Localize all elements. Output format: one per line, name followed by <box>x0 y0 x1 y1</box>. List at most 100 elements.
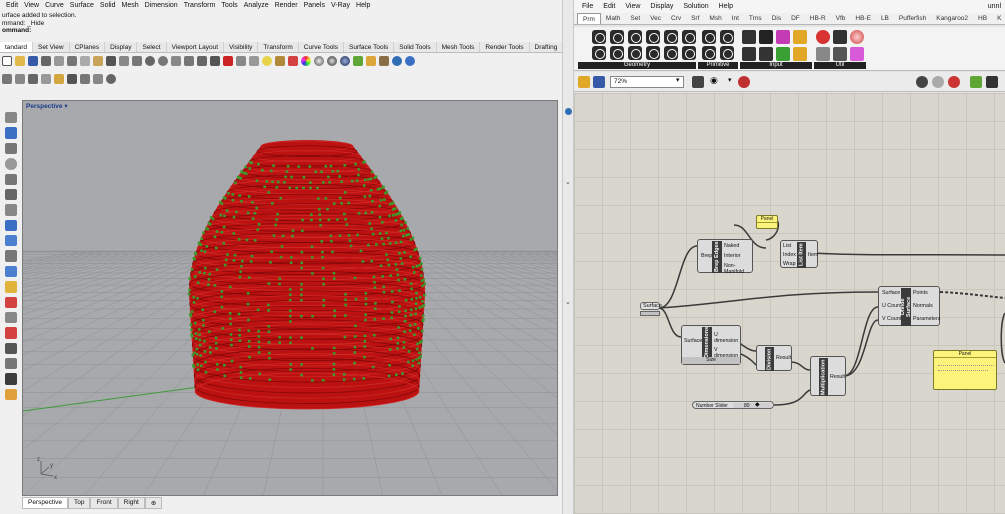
surface-param-icon[interactable] <box>646 30 660 44</box>
viewport-tab-top[interactable]: Top <box>67 497 91 509</box>
chevron-down-icon[interactable]: ▾ <box>64 103 67 110</box>
menu-mesh[interactable]: Mesh <box>122 2 139 9</box>
save-icon[interactable] <box>28 56 38 66</box>
toolbar-tab-curve-tools[interactable]: Curve Tools <box>299 42 344 52</box>
brep-edges-component[interactable]: Brep Brep Edges Naked Interior Non-Manif… <box>697 239 753 275</box>
normals-output[interactable]: Normals <box>913 303 933 309</box>
array-tool-icon[interactable] <box>5 311 17 324</box>
gh-tab-dis[interactable]: Dis <box>767 13 786 24</box>
gh-tab-kangaroo2[interactable]: Kangaroo2 <box>931 13 973 24</box>
explode-tool-icon[interactable] <box>5 281 17 293</box>
gh-tab-trns[interactable]: Trns <box>744 13 767 24</box>
integer-param-icon[interactable] <box>720 30 734 44</box>
data-dam-icon[interactable] <box>816 47 830 61</box>
gh-tab-pufferfish[interactable]: Pufferfish <box>894 13 931 24</box>
pan-icon[interactable] <box>119 56 129 66</box>
colour-swatch-icon[interactable] <box>776 47 790 61</box>
menu-edit[interactable]: Edit <box>6 2 18 9</box>
menu-panels[interactable]: Panels <box>304 2 325 9</box>
panel-output[interactable]: Panel <box>933 350 997 390</box>
render-sphere-icon[interactable] <box>327 56 337 66</box>
cut-icon[interactable] <box>67 56 77 66</box>
gh-menu-help[interactable]: Help <box>719 3 733 10</box>
interior-output[interactable]: Interior <box>724 253 741 259</box>
naked-output[interactable]: Naked <box>724 243 739 249</box>
wrap-input[interactable]: Wrap <box>783 261 796 267</box>
gh-menu-display[interactable]: Display <box>650 3 673 10</box>
help-icon[interactable] <box>405 56 415 66</box>
color-wheel-icon[interactable] <box>301 56 311 66</box>
number-slider[interactable]: Number Slider 80 ◆ <box>692 401 774 409</box>
division-component[interactable]: Division Result <box>756 345 792 371</box>
rectangle-tool-icon[interactable] <box>5 173 17 185</box>
toolbar-tab-select[interactable]: Select <box>137 42 167 52</box>
zoom-icon[interactable] <box>145 56 155 66</box>
u-dimension-output[interactable]: U dimension <box>714 332 740 344</box>
plane-param-icon[interactable] <box>610 46 624 60</box>
gh-tab-k[interactable]: K <box>992 13 1005 24</box>
line-param-icon[interactable] <box>592 46 606 60</box>
dimensions-surface-input[interactable]: Surface <box>684 338 702 344</box>
check-tool-icon[interactable] <box>5 373 17 385</box>
no-preview-icon[interactable] <box>932 76 944 88</box>
menu-dimension[interactable]: Dimension <box>145 2 178 9</box>
menu-view[interactable]: View <box>24 2 39 9</box>
add-viewport-icon[interactable]: ⊕ <box>144 497 163 509</box>
gh-tab-vfb[interactable]: Vfb <box>831 13 851 24</box>
trim-tool-icon[interactable] <box>5 327 17 339</box>
script-icon[interactable] <box>379 56 389 66</box>
divide-surface-component[interactable]: Surface U Count V Count Divide Surface P… <box>878 286 940 326</box>
brep-input[interactable]: Brep <box>701 253 712 259</box>
move-tool-icon[interactable] <box>5 296 17 308</box>
gh-tab-set[interactable]: Set <box>625 13 645 24</box>
options-icon[interactable] <box>366 56 376 66</box>
undo-icon[interactable] <box>106 56 116 66</box>
control-knob-icon[interactable] <box>793 47 807 61</box>
dimension-icon[interactable] <box>15 74 25 84</box>
open-file-icon[interactable] <box>578 76 590 88</box>
undo-view-icon[interactable] <box>197 56 207 66</box>
gh-menu-view[interactable]: View <box>625 3 640 10</box>
layer-icon[interactable] <box>288 56 298 66</box>
circle-tool-icon[interactable] <box>5 158 17 170</box>
chevron-down-icon[interactable]: ⌄ <box>565 298 571 306</box>
zoom-extents-icon[interactable] <box>171 56 181 66</box>
open-folder-icon[interactable] <box>15 56 25 66</box>
boolean-param-icon[interactable] <box>702 30 716 44</box>
value-list-icon[interactable] <box>742 47 756 61</box>
surface-param[interactable]: Surface <box>640 302 662 310</box>
toolbar-tab-transform[interactable]: Transform <box>258 42 299 52</box>
gh-tab-df[interactable]: DF <box>786 13 805 24</box>
non-manifold-output[interactable]: Non-Manifold <box>724 263 752 275</box>
viewport-canvas[interactable]: z x y <box>23 101 558 496</box>
boolean-toggle-icon[interactable] <box>742 30 756 44</box>
viewport-tab-right[interactable]: Right <box>117 497 145 509</box>
toolbar-tab-viewport-layout[interactable]: Viewport Layout <box>167 42 225 52</box>
toolbar-tab-cplanes[interactable]: CPlanes <box>70 42 106 52</box>
toolbar-tab-tandard[interactable]: tandard <box>0 42 34 52</box>
sketch-icon[interactable] <box>738 76 750 88</box>
gh-menu-solution[interactable]: Solution <box>683 3 708 10</box>
surface-tool-icon[interactable] <box>5 235 17 247</box>
zoom-selected-icon[interactable] <box>184 56 194 66</box>
item-output[interactable]: Item <box>808 252 818 258</box>
menu-tools[interactable]: Tools <box>221 2 237 9</box>
rotate-view-icon[interactable] <box>132 56 142 66</box>
render-icon[interactable] <box>340 56 350 66</box>
toolbar-tab-set-view[interactable]: Set View <box>33 42 70 52</box>
history-icon[interactable] <box>106 74 116 84</box>
viewport-tab-front[interactable]: Front <box>90 497 118 509</box>
mesh-param-icon[interactable] <box>682 30 696 44</box>
shaded-preview-icon[interactable] <box>948 76 960 88</box>
point-param-icon[interactable] <box>592 30 606 44</box>
display-icon[interactable] <box>41 74 51 84</box>
button-object-icon[interactable] <box>759 30 773 44</box>
point-tool-icon[interactable] <box>5 112 17 124</box>
gh-tab-prm[interactable]: Prm <box>577 13 601 24</box>
toolbar-tab-drafting[interactable]: Drafting <box>530 42 562 52</box>
transform-icon[interactable] <box>93 74 103 84</box>
division-result-output[interactable]: Result <box>776 355 791 361</box>
print-icon[interactable] <box>41 56 51 66</box>
toolbar-tab-display[interactable]: Display <box>105 42 138 52</box>
chevron-down-icon[interactable]: ▾ <box>676 76 680 84</box>
